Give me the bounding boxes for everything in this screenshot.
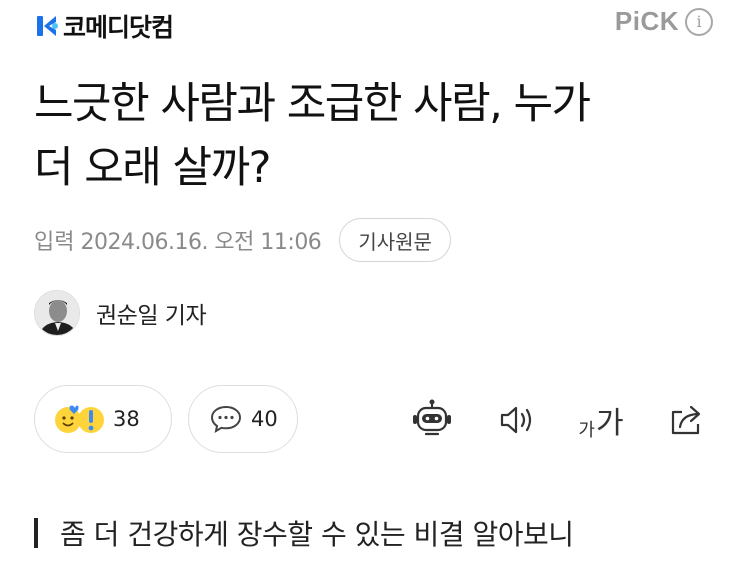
reporter-name[interactable]: 권순일 기자 [96, 296, 207, 330]
reporter-photo [35, 291, 79, 335]
text-to-speech-button[interactable] [494, 398, 540, 442]
subheadline-bar [34, 518, 38, 548]
robot-summary-icon [413, 399, 451, 436]
reporter-info[interactable]: 권순일 기자 [34, 290, 207, 336]
published-label: 입력 [34, 230, 75, 255]
published-date: 2024.06.16. 오전 11:06 [80, 230, 322, 255]
article-tools: 가 가 [0, 398, 743, 442]
comedy-logo-icon [37, 16, 58, 36]
info-icon[interactable]: i [685, 7, 713, 36]
font-size-icon: 가 가 [578, 398, 623, 442]
font-size-large: 가 [595, 406, 624, 441]
pick-label: PiCK [614, 6, 679, 36]
summary-button[interactable] [408, 398, 456, 442]
article-title: 느긋한 사람과 조급한 사람, 누가 더 오래 살까? [34, 72, 724, 200]
subheadline-text: 좀 더 건강하게 장수할 수 있는 비결 알아보니 [60, 518, 574, 551]
site-logo-text: 코메디닷컴 [63, 13, 174, 42]
article-meta: 입력 2024.06.16. 오전 11:06 기사원문 [34, 218, 451, 262]
font-size-button[interactable]: 가 가 [576, 398, 626, 442]
site-header: 코메디닷컴 PiCK i [0, 0, 743, 48]
speaker-icon [500, 406, 532, 434]
article-title-line-2: 더 오래 살까? [34, 143, 271, 193]
share-icon [671, 405, 701, 435]
pick-badge[interactable]: PiCK i [615, 6, 713, 37]
font-size-small: 가 [578, 420, 595, 441]
article-title-line-1: 느긋한 사람과 조급한 사람, 누가 [34, 79, 591, 129]
original-article-button[interactable]: 기사원문 [339, 218, 451, 262]
article-subheadline: 좀 더 건강하게 장수할 수 있는 비결 알아보니 [34, 513, 574, 553]
share-button[interactable] [664, 398, 710, 442]
reporter-avatar[interactable] [34, 290, 80, 336]
site-logo[interactable]: 코메디닷컴 [34, 8, 174, 44]
